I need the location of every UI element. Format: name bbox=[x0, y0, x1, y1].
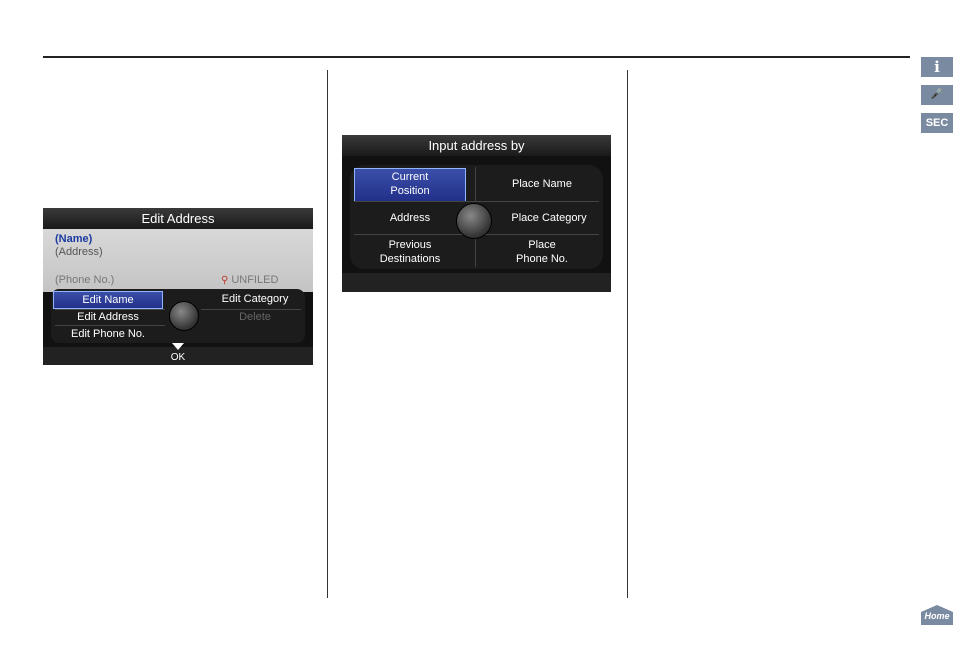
address-info-panel: (Name) (Address) (Phone No.) ⚲ UNFILED bbox=[43, 229, 313, 292]
previous-destinations-button[interactable]: Previous Destinations bbox=[358, 238, 462, 266]
interface-dial-icon[interactable] bbox=[169, 301, 199, 331]
delete-button[interactable]: Delete bbox=[207, 309, 303, 325]
menu-separator bbox=[475, 167, 476, 201]
column-divider-1 bbox=[327, 70, 328, 598]
current-position-button[interactable]: Current Position bbox=[354, 170, 466, 198]
place-phone-button[interactable]: Place Phone No. bbox=[490, 238, 594, 266]
ok-label: OK bbox=[170, 352, 186, 363]
screen-title: Input address by bbox=[342, 135, 611, 156]
input-menu: Current Position Place Name Address Plac… bbox=[350, 165, 603, 269]
edit-phone-button[interactable]: Edit Phone No. bbox=[53, 326, 163, 342]
column-divider-2 bbox=[627, 70, 628, 598]
home-icon[interactable]: Home bbox=[921, 605, 953, 625]
edit-address-screen: Edit Address (Name) (Address) (Phone No.… bbox=[43, 208, 313, 365]
place-category-button[interactable]: Place Category bbox=[492, 211, 606, 225]
edit-menu: Edit Name Edit Category Edit Address Del… bbox=[51, 289, 305, 343]
pin-icon: ⚲ bbox=[221, 275, 229, 286]
voice-command-tab-icon[interactable]: 🎤 bbox=[921, 85, 953, 105]
down-arrow-icon bbox=[172, 343, 184, 350]
entry-address: (Address) bbox=[55, 246, 103, 258]
entry-name: (Name) bbox=[55, 233, 93, 245]
menu-separator bbox=[354, 201, 599, 202]
edit-name-button[interactable]: Edit Name bbox=[53, 292, 163, 308]
security-tab-icon[interactable]: SEC bbox=[921, 113, 953, 133]
info-tab-icon[interactable]: i bbox=[921, 57, 953, 77]
input-address-screen: Input address by Current Position Place … bbox=[342, 135, 611, 292]
interface-dial-icon[interactable] bbox=[456, 203, 492, 239]
place-name-button[interactable]: Place Name bbox=[482, 177, 602, 191]
header-rule bbox=[43, 56, 910, 58]
menu-separator bbox=[475, 235, 476, 267]
address-button[interactable]: Address bbox=[370, 211, 450, 225]
category-badge: ⚲ UNFILED bbox=[221, 274, 279, 286]
entry-phone: (Phone No.) bbox=[55, 274, 115, 286]
bottom-bar bbox=[342, 273, 611, 292]
edit-address-button[interactable]: Edit Address bbox=[53, 309, 163, 325]
screen-title: Edit Address bbox=[43, 208, 313, 229]
edit-category-button[interactable]: Edit Category bbox=[207, 291, 303, 307]
ok-bar[interactable]: OK bbox=[43, 343, 313, 365]
